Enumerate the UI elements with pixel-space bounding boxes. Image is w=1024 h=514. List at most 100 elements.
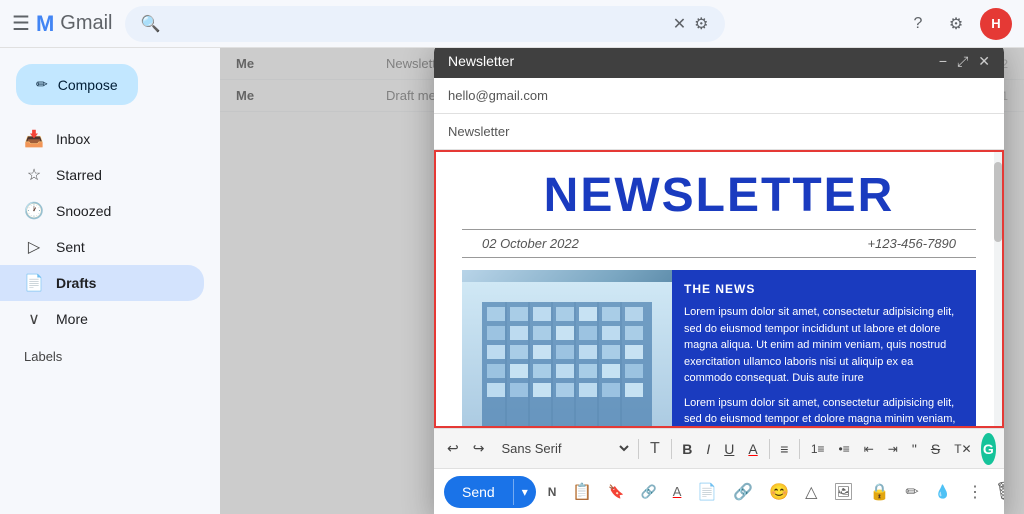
more-icon: ∨ [24, 309, 44, 329]
sidebar-item-inbox[interactable]: 📥 Inbox [0, 121, 204, 157]
send-button[interactable]: Send [444, 478, 513, 506]
modal-titlebar: Newsletter − ⤢ ✕ [434, 48, 1004, 78]
news-body-text-1: Lorem ipsum dolor sit amet, consectetur … [684, 304, 964, 387]
compose-icon: ✏ [36, 76, 48, 93]
sidebar-item-label: Inbox [56, 131, 90, 147]
gmail-logo-text: Gmail [60, 12, 112, 35]
blockquote-button[interactable]: " [907, 438, 922, 460]
search-filter-icon[interactable]: ⚙ [694, 14, 708, 34]
email-body-area[interactable]: NEWSLETTER 02 October 2022 +123-456-7890 [434, 150, 1004, 428]
to-field[interactable]: hello@gmail.com [434, 78, 1004, 114]
newsletter-text-box: THE NEWS Lorem ipsum dolor sit amet, con… [672, 270, 976, 428]
email-list-area: Me Newsletter 1:42 Me Draft message 12:1… [220, 48, 1024, 514]
drive-icon[interactable]: △ [801, 478, 821, 506]
sidebar: ✏ Compose 📥 Inbox ☆ Starred 🕐 Snoozed ▷ … [0, 48, 220, 514]
undo-button[interactable]: ↩ [442, 437, 464, 460]
signature-icon[interactable]: ✏ [901, 478, 922, 506]
sidebar-item-label: Starred [56, 167, 102, 183]
labels-header: Labels [0, 345, 220, 368]
subject-field[interactable]: Newsletter [434, 114, 1004, 150]
hamburger-icon[interactable]: ☰ [12, 11, 30, 36]
bold-button[interactable]: B [677, 438, 697, 460]
remove-format-button[interactable]: T✕ [949, 439, 976, 459]
clock-icon: 🕐 [24, 201, 44, 221]
help-icon[interactable]: ? [904, 10, 932, 38]
font-select[interactable]: Sans Serif Arial Times New Roman [493, 438, 632, 459]
star-icon: ☆ [24, 165, 44, 185]
strikethrough-button[interactable]: S [926, 438, 945, 460]
text-size-button[interactable]: T [645, 437, 665, 461]
sidebar-item-snoozed[interactable]: 🕐 Snoozed [0, 193, 204, 229]
text-highlight-icon[interactable]: A [669, 478, 686, 506]
align-button[interactable]: ≡ [775, 438, 793, 460]
clipboard-icon[interactable]: 📋 [568, 478, 596, 506]
sidebar-item-label: Drafts [56, 275, 96, 291]
grammarly-icon[interactable]: G [981, 433, 996, 465]
format-toolbar: ↩ ↪ Sans Serif Arial Times New Roman T B… [434, 428, 1004, 468]
compose-button[interactable]: ✏ Compose [16, 64, 138, 105]
topbar: ☰ M Gmail 🔍 in:draft ✕ ⚙ ? ⚙ H [0, 0, 1024, 48]
compose-label: Compose [58, 77, 118, 93]
newsletter-content: NEWSLETTER 02 October 2022 +123-456-7890 [436, 152, 1002, 428]
delete-button[interactable]: 🗑 [995, 481, 1004, 502]
close-icon[interactable]: ✕ [978, 53, 990, 70]
minimize-icon[interactable]: − [939, 53, 947, 69]
dropbox-icon[interactable]: 💧 [931, 478, 955, 506]
redo-button[interactable]: ↪ [468, 437, 490, 460]
scroll-indicator[interactable] [994, 152, 1002, 426]
newsletter-date: 02 October 2022 [482, 236, 579, 251]
sidebar-item-label: More [56, 311, 88, 327]
news-body-text-2: Lorem ipsum dolor sit amet, consectetur … [684, 395, 964, 429]
unordered-list-button[interactable]: •≡ [834, 439, 855, 459]
scroll-thumb [994, 162, 1002, 242]
newsletter-body: THE NEWS Lorem ipsum dolor sit amet, con… [462, 270, 976, 428]
lock-icon[interactable]: 🔒 [865, 478, 893, 506]
underline-button[interactable]: U [719, 438, 739, 460]
search-icon: 🔍 [141, 14, 161, 34]
text-color-button[interactable]: A [743, 438, 762, 460]
sidebar-item-label: Sent [56, 239, 85, 255]
send-button-group: Send ▾ [444, 476, 536, 508]
sidebar-item-label: Snoozed [56, 203, 111, 219]
modal-title-icons: − ⤢ ✕ [939, 53, 990, 70]
newsletter-phone: +123-456-7890 [867, 236, 956, 251]
sidebar-item-starred[interactable]: ☆ Starred [0, 157, 204, 193]
topbar-icons: ? ⚙ H [904, 8, 1012, 40]
sidebar-item-sent[interactable]: ▷ Sent [0, 229, 204, 265]
newsletter-image [462, 270, 672, 428]
indent-more-button[interactable]: ⇥ [883, 439, 903, 459]
formatting-button[interactable]: N [544, 478, 561, 506]
subject-field-value: Newsletter [448, 124, 509, 139]
gmail-logo-m: M [36, 11, 54, 37]
insert-photo-icon[interactable]: 🖼 [829, 478, 857, 506]
sidebar-item-more[interactable]: ∨ More [0, 301, 204, 337]
link-icon[interactable]: 🔗 [637, 478, 661, 506]
settings-icon[interactable]: ⚙ [942, 10, 970, 38]
ordered-list-button[interactable]: 1≡ [806, 439, 830, 459]
avatar[interactable]: H [980, 8, 1012, 40]
hamburger-menu[interactable]: ☰ M Gmail [12, 11, 113, 37]
emoji-icon[interactable]: 😊 [765, 478, 793, 506]
maximize-icon[interactable]: ⤢ [957, 53, 968, 70]
attach-file-icon[interactable]: 📄 [693, 478, 721, 506]
modal-title: Newsletter [448, 53, 514, 69]
bottom-toolbar: Send ▾ N 📋 🔖 🔗 A 📄 🔗 😊 △ 🖼 🔒 ✏ 💧 ⋮ 🗑 [434, 468, 1004, 514]
newsletter-title: NEWSLETTER [452, 168, 986, 223]
main-layout: ✏ Compose 📥 Inbox ☆ Starred 🕐 Snoozed ▷ … [0, 48, 1024, 514]
more-options-icon[interactable]: ⋮ [963, 478, 987, 506]
inbox-icon: 📥 [24, 129, 44, 149]
search-input[interactable]: in:draft [168, 16, 664, 32]
search-clear-icon[interactable]: ✕ [673, 14, 686, 34]
sidebar-item-drafts[interactable]: 📄 Drafts [0, 265, 204, 301]
italic-button[interactable]: I [701, 438, 715, 460]
sent-icon: ▷ [24, 237, 44, 257]
drafts-icon: 📄 [24, 273, 44, 293]
compose-modal: Newsletter − ⤢ ✕ hello@gmail.com Newslet… [434, 48, 1004, 514]
news-box-title: THE NEWS [684, 280, 964, 298]
search-bar[interactable]: 🔍 in:draft ✕ ⚙ [125, 6, 725, 42]
label-icon[interactable]: 🔖 [604, 478, 628, 506]
indent-less-button[interactable]: ⇤ [859, 439, 879, 459]
to-field-value: hello@gmail.com [448, 88, 548, 103]
insert-link-icon[interactable]: 🔗 [729, 478, 757, 506]
send-dropdown-button[interactable]: ▾ [513, 479, 536, 505]
